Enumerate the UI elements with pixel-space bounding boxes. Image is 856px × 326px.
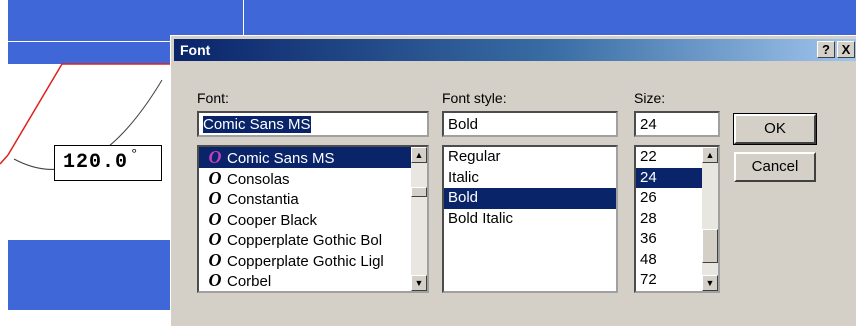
list-item[interactable]: O Copperplate Gothic Ligl [199, 250, 427, 271]
dialog-title: Font [180, 42, 211, 58]
angle-unit: ° [130, 147, 140, 163]
up-arrow-icon[interactable]: ▲ [411, 147, 427, 163]
list-item-label: 24 [640, 168, 657, 186]
font-name-input[interactable]: Comic Sans MS [197, 111, 429, 137]
list-item-label: Cooper Black [227, 211, 318, 229]
list-item[interactable]: O Consolas [199, 168, 427, 189]
list-item[interactable]: O Corbel [199, 270, 427, 291]
angle-value: 120.0 [63, 151, 129, 174]
size-list[interactable]: 22 24 26 28 36 48 72 ▲ ▼ [634, 145, 720, 293]
font-dialog: Font ? X Font: Comic Sans MS O Comic Sans… [170, 35, 856, 326]
font-name-value: Comic Sans MS [203, 116, 311, 133]
cancel-button[interactable]: Cancel [734, 152, 816, 182]
truetype-o-icon: O [208, 249, 222, 270]
list-item[interactable]: O Constantia [199, 188, 427, 209]
down-arrow-icon[interactable]: ▼ [702, 275, 718, 291]
size-list-scrollbar[interactable]: ▲ ▼ [702, 147, 718, 291]
list-item[interactable]: Regular [444, 147, 616, 168]
truetype-o-icon: O [208, 229, 222, 249]
up-arrow-icon[interactable]: ▲ [702, 147, 718, 163]
title-bar[interactable]: Font ? X [174, 39, 856, 61]
list-item-label: Copperplate Gothic Bol [227, 232, 383, 249]
angle-shape [0, 63, 170, 240]
font-list-scrollbar[interactable]: ▲ ▼ [411, 147, 427, 291]
truetype-o-icon: O [208, 167, 222, 188]
ok-button[interactable]: OK [733, 113, 817, 145]
list-item-label: Consolas [227, 170, 290, 188]
font-style-value: Bold [448, 116, 479, 133]
size-input[interactable]: 24 [634, 111, 720, 137]
truetype-o-icon: O [208, 270, 222, 290]
list-item-label: 72 [640, 271, 657, 288]
list-item-label: Comic Sans MS [227, 150, 335, 167]
list-item-label: Italic [448, 168, 479, 186]
list-item[interactable]: Italic [444, 168, 616, 189]
list-item[interactable]: O Comic Sans MS [199, 147, 427, 168]
list-item-label: 28 [640, 209, 657, 227]
list-item-label: Bold [448, 189, 479, 206]
list-item[interactable]: Bold Italic [444, 209, 616, 230]
list-item-label: 48 [640, 250, 657, 268]
font-style-list[interactable]: Regular Italic Bold Bold Italic [442, 145, 618, 293]
close-button[interactable]: X [837, 41, 855, 58]
font-style-label: Font style: [442, 90, 507, 106]
list-item[interactable]: Bold [444, 188, 616, 209]
font-list[interactable]: O Comic Sans MS O Consolas O Constantia O Coope… [197, 145, 429, 293]
list-item-label: 26 [640, 189, 657, 206]
truetype-o-icon: O [208, 147, 222, 167]
list-item-label: Copperplate Gothic Ligl [227, 252, 384, 270]
list-item[interactable]: O Copperplate Gothic Bol [199, 229, 427, 250]
scroll-thumb[interactable] [411, 187, 427, 197]
list-item-label: Regular [448, 148, 501, 165]
size-label: Size: [634, 90, 666, 106]
list-item-label: 36 [640, 230, 657, 247]
list-item-label: Constantia [227, 191, 299, 208]
truetype-o-icon: O [208, 188, 222, 208]
truetype-o-icon: O [208, 208, 222, 229]
size-value: 24 [640, 116, 657, 133]
font-style-input[interactable]: Bold [442, 111, 618, 137]
help-button[interactable]: ? [817, 41, 835, 58]
down-arrow-icon[interactable]: ▼ [411, 275, 427, 291]
list-item[interactable]: O Cooper Black [199, 209, 427, 230]
list-item-label: Bold Italic [448, 209, 514, 227]
angle-readout[interactable]: 120.0 ° [54, 145, 162, 181]
list-item-label: Corbel [227, 273, 272, 290]
font-label: Font: [197, 90, 229, 106]
scroll-thumb[interactable] [702, 229, 718, 263]
list-item-label: 22 [640, 148, 657, 165]
